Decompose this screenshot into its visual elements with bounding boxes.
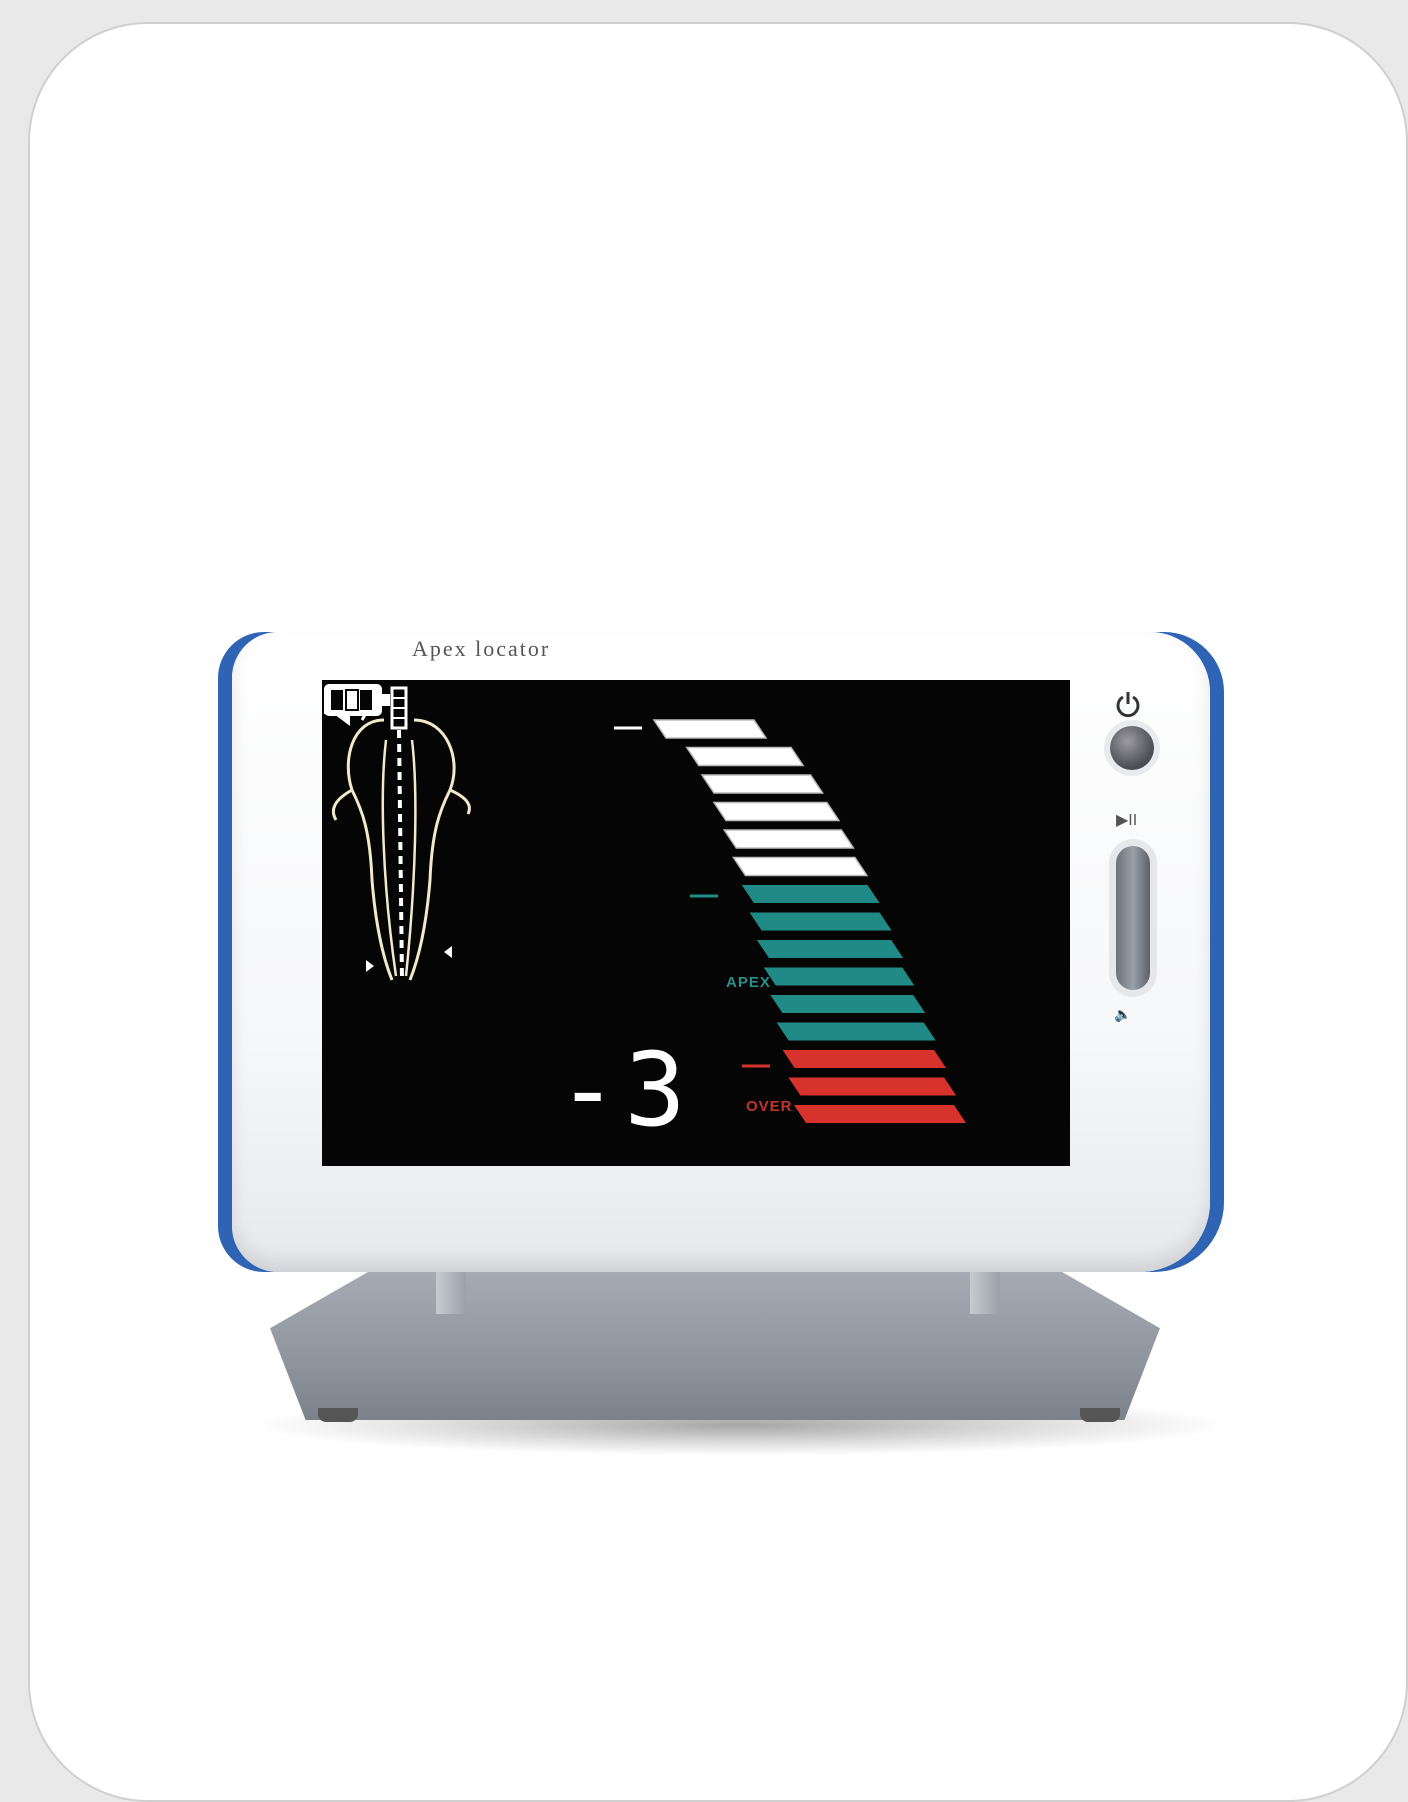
white-bar — [712, 801, 841, 822]
play-pause-icon: ▶II — [1116, 812, 1138, 829]
power-icon — [1116, 692, 1140, 718]
red-bar — [782, 1050, 947, 1068]
white-bar — [685, 746, 805, 767]
stand-foot-left — [318, 1408, 358, 1422]
stand-foot-right — [1080, 1408, 1120, 1422]
stand-post-right — [970, 1270, 1000, 1314]
play-volume-rocker[interactable] — [1116, 846, 1150, 990]
white-bar — [732, 856, 869, 877]
teal-bar — [770, 995, 926, 1013]
teal-bar — [763, 967, 915, 986]
teal-bar — [776, 1022, 936, 1041]
white-bar — [722, 829, 855, 849]
lcd-screen: -3 APEX OVER — [322, 680, 1070, 1166]
white-bar — [652, 719, 768, 739]
white-bar — [700, 774, 824, 794]
brand-label: Apex locator — [412, 636, 551, 661]
stand-base — [270, 1272, 1160, 1420]
teal-bar — [756, 940, 904, 958]
red-bar — [794, 1105, 966, 1123]
volume-icon: 🔈 — [1114, 1006, 1132, 1022]
length-bar-gauge — [614, 719, 966, 1123]
stand-post-left — [436, 1270, 466, 1314]
power-button[interactable] — [1110, 726, 1154, 770]
red-bar — [788, 1077, 957, 1096]
teal-bar — [741, 885, 880, 903]
teal-bar — [749, 912, 892, 931]
